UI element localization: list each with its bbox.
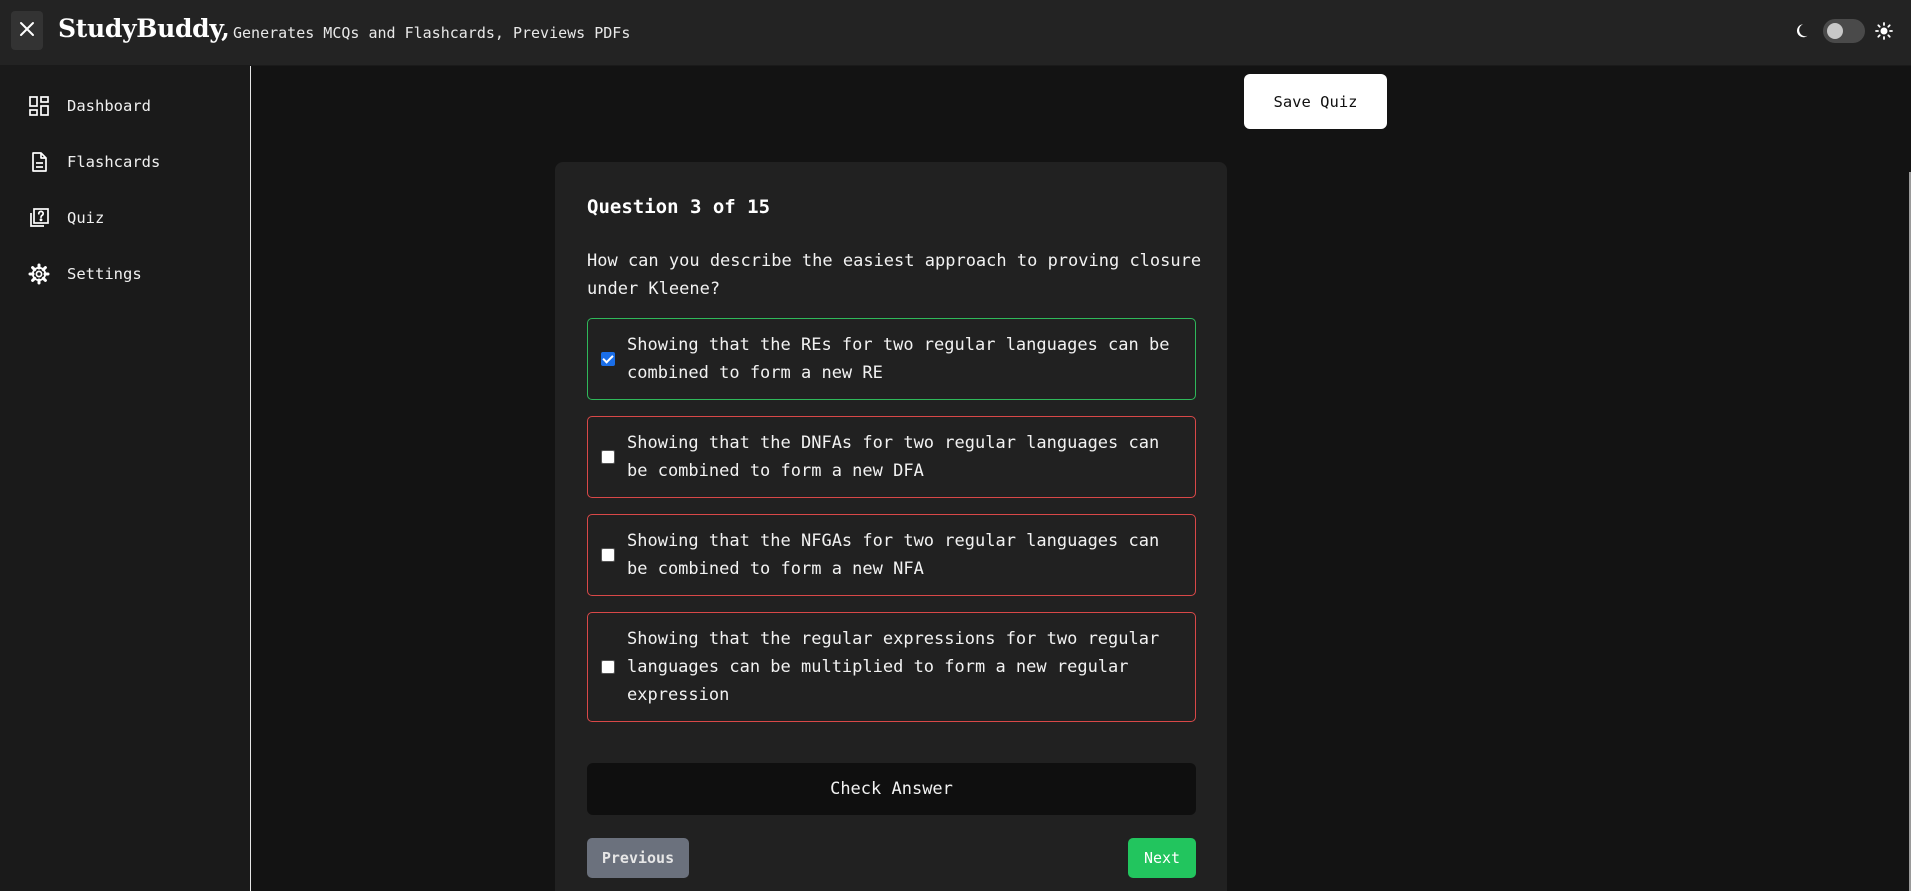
answer-checkbox[interactable] <box>601 450 615 464</box>
theme-switcher <box>1795 19 1893 43</box>
answer-option-4[interactable]: Showing that the regular expressions for… <box>587 612 1196 722</box>
quiz-card: Question 3 of 15 How can you describe th… <box>555 162 1227 891</box>
answer-option-text: Showing that the REs for two regular lan… <box>627 335 1170 383</box>
sun-icon <box>1875 22 1893 40</box>
sidebar: Dashboard Flashcards Quiz Settings <box>0 66 251 891</box>
dark-mode-toggle[interactable] <box>1823 19 1865 43</box>
app-tagline: Generates MCQs and Flashcards, Previews … <box>233 24 631 42</box>
question-counter: Question 3 of 15 <box>587 196 771 218</box>
sidebar-item-dashboard[interactable]: Dashboard <box>28 95 151 117</box>
gear-icon <box>28 263 50 285</box>
answer-option-text: Showing that the NFGAs for two regular l… <box>627 531 1160 579</box>
answer-option-2[interactable]: Showing that the DNFAs for two regular l… <box>587 416 1196 498</box>
check-answer-button[interactable]: Check Answer <box>587 763 1196 815</box>
save-quiz-button[interactable]: Save Quiz <box>1244 74 1387 129</box>
answer-option-1[interactable]: Showing that the REs for two regular lan… <box>587 318 1196 400</box>
answer-checkbox[interactable] <box>601 660 615 674</box>
close-icon <box>18 20 36 42</box>
app-brand: StudyBuddy, <box>58 14 230 43</box>
sidebar-item-label: Settings <box>67 265 142 283</box>
question-text: How can you describe the easiest approac… <box>587 251 1202 299</box>
moon-icon <box>1795 22 1813 40</box>
answer-checkbox[interactable] <box>601 352 615 366</box>
sidebar-item-label: Dashboard <box>67 97 151 115</box>
quiz-icon <box>28 207 50 229</box>
sidebar-item-flashcards[interactable]: Flashcards <box>28 151 160 173</box>
dashboard-icon <box>28 95 50 117</box>
previous-button[interactable]: Previous <box>587 838 689 878</box>
answer-option-text: Showing that the regular expressions for… <box>627 629 1160 705</box>
sidebar-item-quiz[interactable]: Quiz <box>28 207 104 229</box>
sidebar-item-label: Flashcards <box>67 153 161 171</box>
next-button[interactable]: Next <box>1128 838 1196 878</box>
document-icon <box>28 151 50 173</box>
app-header: StudyBuddy, Generates MCQs and Flashcard… <box>0 0 1911 66</box>
answer-option-3[interactable]: Showing that the NFGAs for two regular l… <box>587 514 1196 596</box>
sidebar-item-settings[interactable]: Settings <box>28 263 142 285</box>
answer-checkbox[interactable] <box>601 548 615 562</box>
close-button[interactable] <box>11 11 43 50</box>
answer-option-text: Showing that the DNFAs for two regular l… <box>627 433 1160 481</box>
sidebar-item-label: Quiz <box>67 209 105 227</box>
